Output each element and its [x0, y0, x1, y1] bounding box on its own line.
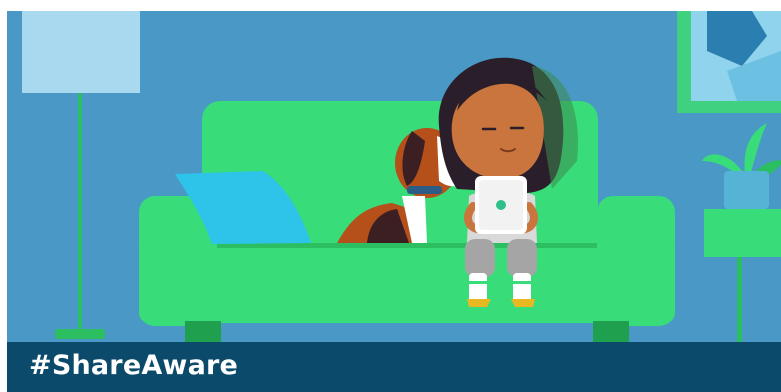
- tablet-icon: [475, 176, 527, 234]
- video-frame: #ShareAware: [7, 11, 781, 392]
- scene-svg: [7, 11, 781, 346]
- caption-bar: #ShareAware: [7, 342, 781, 392]
- illustration-scene: [7, 11, 781, 346]
- hashtag-caption: #ShareAware: [29, 350, 239, 381]
- framed-picture: [677, 11, 781, 113]
